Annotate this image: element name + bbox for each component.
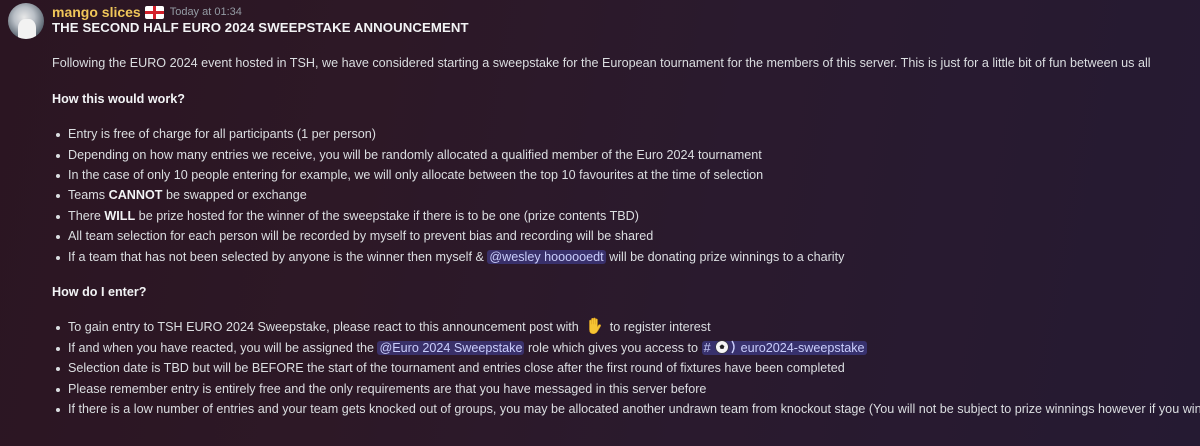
list-item: In the case of only 10 people entering f… [56, 165, 1194, 185]
hash-icon: # [703, 340, 711, 355]
list-item: There WILL be prize hosted for the winne… [56, 206, 1194, 226]
message-timestamp[interactable]: Today at 01:34 [170, 6, 242, 18]
list-item: Teams CANNOT be swapped or exchange [56, 185, 1194, 205]
list-item: If there is a low number of entries and … [56, 399, 1200, 419]
soccer-ball-icon [714, 340, 729, 354]
list-item: If a team that has not been selected by … [56, 247, 1194, 267]
list-item: To gain entry to TSH EURO 2024 Sweepstak… [56, 317, 1194, 337]
list-item: If and when you have reacted, you will b… [56, 338, 1194, 358]
channel-divider-icon [730, 340, 735, 354]
list-item: All team selection for each person will … [56, 226, 1194, 246]
avatar[interactable] [8, 3, 44, 39]
rules-list: Entry is free of charge for all particip… [52, 124, 1194, 267]
intro-paragraph: Following the EURO 2024 event hosted in … [52, 56, 1151, 71]
announcement-title: THE SECOND HALF EURO 2024 SWEEPSTAKE ANN… [52, 20, 469, 35]
england-flag-icon [144, 5, 164, 19]
message-content: THE SECOND HALF EURO 2024 SWEEPSTAKE ANN… [52, 18, 1200, 420]
raised-hand-emoji-icon [589, 318, 602, 335]
user-mention[interactable]: @wesley hoooooedt [487, 249, 606, 264]
channel-link[interactable]: # euro2024-sweepstake [701, 340, 867, 355]
section-heading-how-it-works: How this would work? [52, 91, 185, 106]
section-heading-how-to-enter: How do I enter? [52, 285, 147, 300]
role-mention[interactable]: @Euro 2024 Sweepstake [377, 340, 525, 355]
emphasis-text: WILL [104, 208, 136, 223]
list-item: Entry is free of charge for all particip… [56, 124, 1194, 144]
list-item: Depending on how many entries we receive… [56, 145, 1194, 165]
list-item: Please remember entry is entirely free a… [56, 379, 1194, 399]
list-item: Selection date is TBD but will be BEFORE… [56, 358, 1194, 378]
emphasis-text: CANNOT [108, 188, 163, 203]
entry-list: To gain entry to TSH EURO 2024 Sweepstak… [52, 317, 1200, 419]
